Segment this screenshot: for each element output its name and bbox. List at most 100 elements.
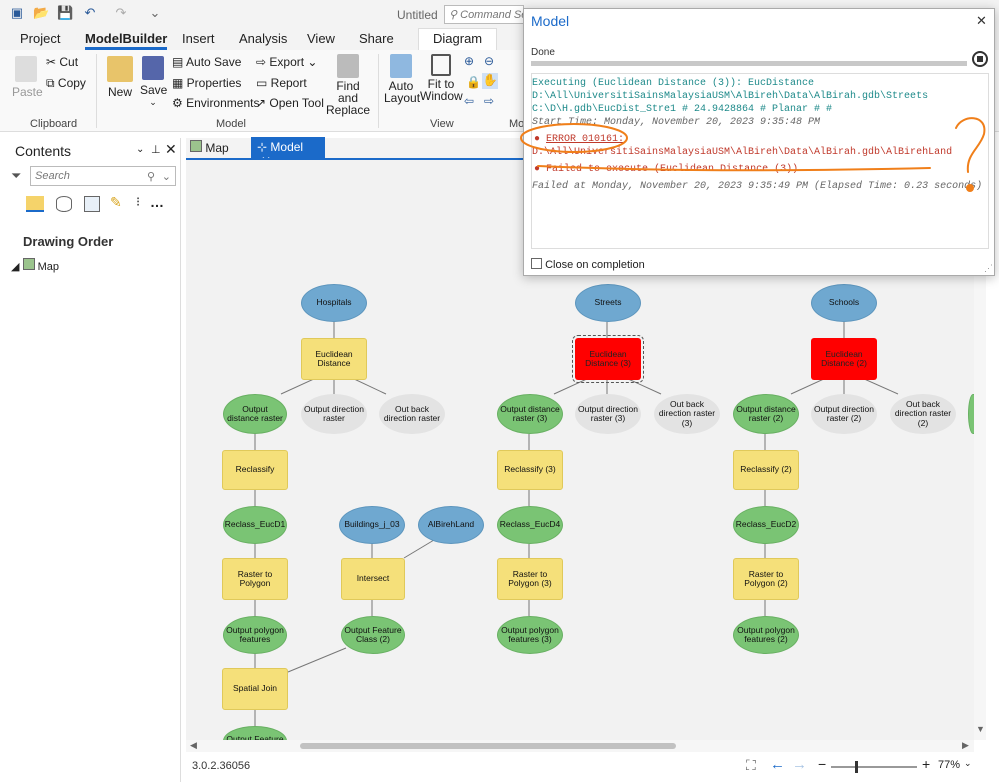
model-node-output-direction-raster-2[interactable]: Output direction raster (2) [811,394,877,434]
contents-search-input[interactable]: Search ⚲ ⌄ [30,166,176,186]
model-node-output-feature-class-2[interactable]: Output Feature Class (2) [341,616,405,654]
redo-icon[interactable]: ↷ [113,5,129,21]
model-node-schools[interactable]: Schools [811,284,877,322]
undo-icon[interactable]: ↶ [82,5,98,21]
model-node-output-distance-raster-2[interactable]: Output distance raster (2) [733,394,799,434]
environments-button[interactable]: ⚙ Environments [172,96,259,110]
data-source-icon[interactable] [56,196,72,212]
forward-arrow-icon[interactable]: → [792,756,807,773]
copy-button[interactable]: ⧉ Copy [46,76,86,91]
model-node-euclidean-distance-3[interactable]: Euclidean Distance (3) [572,335,644,383]
tab-project[interactable]: Project [20,31,60,46]
zoom-in-icon[interactable]: + [922,756,930,772]
model-node-reclass-eucd4[interactable]: Reclass_EucD4 [497,506,563,544]
tab-analysis[interactable]: Analysis [239,31,287,46]
model-node-output-distance-raster[interactable]: Output distance raster [223,394,287,434]
command-search-input[interactable]: ⚲ Command Se [444,5,524,24]
scroll-right-icon[interactable]: ▶ [962,740,969,751]
model-node-reclass-eucd1[interactable]: Reclass_EucD1 [223,506,287,544]
close-on-completion-checkbox[interactable]: Close on completion [531,258,645,271]
model-node-buildings[interactable]: Buildings_j_03 [339,506,405,544]
model-node-hospitals[interactable]: Hospitals [301,284,367,322]
tab-view[interactable]: View [307,31,335,46]
view-tab-map[interactable]: Map [190,140,229,155]
model-node-reclass-eucd2[interactable]: Reclass_EucD2 [733,506,799,544]
scroll-down-icon[interactable]: ▼ [976,724,985,734]
report-button[interactable]: ▭ Report [256,76,307,90]
model-node-reclassify[interactable]: Reclassify [222,450,288,490]
save-icon[interactable]: 💾 [57,5,73,21]
model-node-output-polygon-features-3[interactable]: Output polygon features (3) [497,616,563,654]
open-icon[interactable]: 📂 [33,5,49,21]
tab-insert[interactable]: Insert [182,31,215,46]
model-node-raster-to-polygon-3[interactable]: Raster to Polygon (3) [497,558,563,600]
close-icon[interactable]: ✕ [165,141,177,158]
close-icon[interactable]: ✕ [976,13,987,29]
model-node-streets[interactable]: Streets [575,284,641,322]
customize-icon[interactable]: ⌄ [147,5,163,21]
zoom-out-icon[interactable]: − [818,756,826,772]
back-arrow-icon[interactable]: ⇦ [464,94,474,108]
save-model-button[interactable]: Save ⌄ [140,56,167,108]
zoom-slider[interactable] [831,761,917,773]
lock-icon[interactable]: 🔒 [466,75,481,89]
chevron-down-icon[interactable]: ⌄ [136,144,144,155]
export-button[interactable]: ⇨ Export ⌄ [256,55,317,69]
model-node-euclidean-distance[interactable]: Euclidean Distance [301,338,367,380]
pin-icon[interactable]: ⊥ [151,143,161,156]
chevron-down-icon[interactable]: ⌄ [964,758,972,769]
paste-button[interactable]: Paste [12,56,43,99]
tab-diagram[interactable]: Diagram [418,28,498,50]
full-extent-icon[interactable]: ⛶ [746,757,756,774]
model-node-intersect[interactable]: Intersect [341,558,405,600]
tab-modelbuilder[interactable]: ModelBuilder [85,31,168,50]
properties-button[interactable]: ▦ Properties [172,76,241,90]
model-node-out-back-direction-raster[interactable]: Out back direction raster [379,394,445,434]
model-node-raster-to-polygon[interactable]: Raster to Polygon [222,558,288,600]
zoom-out-icon[interactable]: ⊖ [484,54,494,68]
zoom-slider-thumb[interactable] [855,761,858,773]
new-model-button[interactable]: New [104,56,136,99]
cut-button[interactable]: ✂ Cut [46,55,78,69]
find-and-replace-button[interactable]: Find and Replace [326,54,370,116]
zoom-level[interactable]: 77% [938,759,960,771]
model-node-output-polygon-features-2[interactable]: Output polygon features (2) [733,616,799,654]
model-node-reclassify-3[interactable]: Reclassify (3) [497,450,563,490]
tab-share[interactable]: Share [359,31,394,46]
model-node-albirehland[interactable]: AlBirehLand [418,506,484,544]
error-code-link[interactable]: ERROR 010161: [546,134,624,145]
horizontal-scroll-thumb[interactable] [300,743,676,749]
model-node-output-direction-raster-3[interactable]: Output direction raster (3) [575,394,641,434]
pan-icon[interactable]: ✋ [482,73,498,89]
cancel-button[interactable] [972,51,988,67]
expand-icon[interactable]: ◢ [11,261,19,273]
zoom-in-icon[interactable]: ⊕ [464,54,474,68]
model-node-output-polygon-features[interactable]: Output polygon features [223,616,287,654]
auto-layout-button[interactable]: Auto Layout [384,54,420,104]
auto-save-button[interactable]: ▤ Auto Save [172,55,241,69]
horizontal-scrollbar[interactable]: ◀ ▶ [186,740,974,752]
drawing-order-icon[interactable] [26,196,44,212]
forward-arrow-icon[interactable]: ⇨ [484,94,494,108]
view-tab-model[interactable]: ⊹ Model ✕ [251,137,325,168]
model-node-euclidean-distance-2[interactable]: Euclidean Distance (2) [811,338,877,380]
scroll-left-icon[interactable]: ◀ [190,740,197,751]
fit-to-window-button[interactable]: Fit to Window [420,54,463,102]
resize-grip-icon[interactable]: ⋰ [984,263,993,274]
model-node-reclassify-2[interactable]: Reclassify (2) [733,450,799,490]
model-node-out-back-direction-raster-3[interactable]: Out back direction raster (3) [654,394,720,434]
filter-icon[interactable]: ⏷ [11,168,21,184]
selection-icon[interactable] [84,196,100,212]
model-node-output-distance-raster-3[interactable]: Output distance raster (3) [497,394,563,434]
model-node-raster-to-polygon-2[interactable]: Raster to Polygon (2) [733,558,799,600]
model-node-output-direction-raster[interactable]: Output direction raster [301,394,367,434]
more-icon[interactable]: … [150,194,164,210]
snapping-icon[interactable]: ⁝ [136,194,140,210]
dialog-title: Model [531,13,570,29]
back-arrow-icon[interactable]: ← [770,756,785,773]
toc-map-item[interactable]: ◢ Map [11,258,59,273]
open-tool-button[interactable]: ↗ Open Tool [256,96,324,110]
editing-icon[interactable]: ✎ [110,194,122,211]
model-node-spatial-join[interactable]: Spatial Join [222,668,288,710]
model-node-out-back-direction-raster-2[interactable]: Out back direction raster (2) [890,394,956,434]
